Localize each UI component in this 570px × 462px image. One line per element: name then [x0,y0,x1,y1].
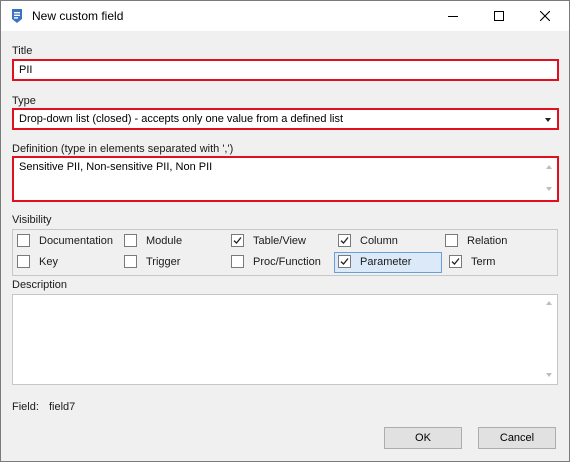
title-input-value: PII [19,64,33,76]
chevron-down-icon [545,118,551,122]
minimize-button[interactable] [430,1,476,31]
scroll-down-icon[interactable] [546,187,552,191]
term-checkbox[interactable] [449,255,462,268]
dialog-window: New custom field Title PII Type Drop-dow… [0,0,570,462]
column-checkbox[interactable] [338,234,351,247]
definition-input-value: Sensitive PII, Non-sensitive PII, Non PI… [19,161,213,173]
visibility-option-proc-function[interactable]: Proc/Function [227,253,331,273]
title-bar: New custom field [1,1,569,31]
visibility-option-term[interactable]: Term [445,253,545,273]
visibility-option-column[interactable]: Column [334,232,438,252]
checkmark-icon [340,237,349,244]
key-label: Key [39,256,58,268]
description-input[interactable] [12,294,558,385]
visibility-option-module[interactable]: Module [120,232,224,252]
close-button[interactable] [522,1,568,31]
proc-function-checkbox[interactable] [231,255,244,268]
parameter-checkbox[interactable] [338,255,351,268]
relation-checkbox[interactable] [445,234,458,247]
term-label: Term [471,256,496,268]
maximize-icon [494,11,504,21]
visibility-option-table-view[interactable]: Table/View [227,232,331,252]
visibility-option-relation[interactable]: Relation [441,232,545,252]
scroll-up-icon[interactable] [546,165,552,169]
table-view-checkbox[interactable] [231,234,244,247]
description-label: Description [12,279,68,291]
table-view-label: Table/View [253,235,306,247]
minimize-icon [448,16,458,17]
type-label: Type [12,95,36,107]
type-dropdown[interactable]: Drop-down list (closed) - accepts only o… [12,108,559,130]
parameter-label: Parameter [360,256,412,268]
visibility-option-key[interactable]: Key [13,253,117,273]
visibility-option-trigger[interactable]: Trigger [120,253,224,273]
type-dropdown-value: Drop-down list (closed) - accepts only o… [19,113,344,125]
visibility-option-documentation[interactable]: Documentation [13,232,117,252]
ok-button[interactable]: OK [384,427,462,449]
proc-function-label: Proc/Function [253,256,321,268]
definition-input[interactable]: Sensitive PII, Non-sensitive PII, Non PI… [12,156,559,202]
trigger-checkbox[interactable] [124,255,137,268]
trigger-label: Trigger [146,256,181,268]
app-logo-icon [12,9,22,23]
checkmark-icon [340,258,349,265]
close-icon [540,11,550,21]
module-checkbox[interactable] [124,234,137,247]
title-input[interactable]: PII [12,59,559,81]
window-title: New custom field [32,9,124,23]
maximize-button[interactable] [476,1,522,31]
visibility-option-parameter[interactable]: Parameter [334,252,442,273]
field-id-value: field7 [49,401,76,413]
documentation-checkbox[interactable] [17,234,30,247]
relation-label: Relation [467,235,508,247]
module-label: Module [146,235,183,247]
column-label: Column [360,235,398,247]
title-label: Title [12,45,33,57]
visibility-label: Visibility [12,214,52,226]
scroll-down-icon[interactable] [546,373,552,377]
key-checkbox[interactable] [17,255,30,268]
checkmark-icon [233,237,242,244]
checkmark-icon [451,258,460,265]
visibility-group: Documentation Module Table/View Column R… [12,229,558,276]
documentation-label: Documentation [39,235,113,247]
cancel-button[interactable]: Cancel [478,427,556,449]
definition-label: Definition (type in elements separated w… [12,143,234,155]
field-id-label: Field: [12,401,39,413]
scroll-up-icon[interactable] [546,301,552,305]
